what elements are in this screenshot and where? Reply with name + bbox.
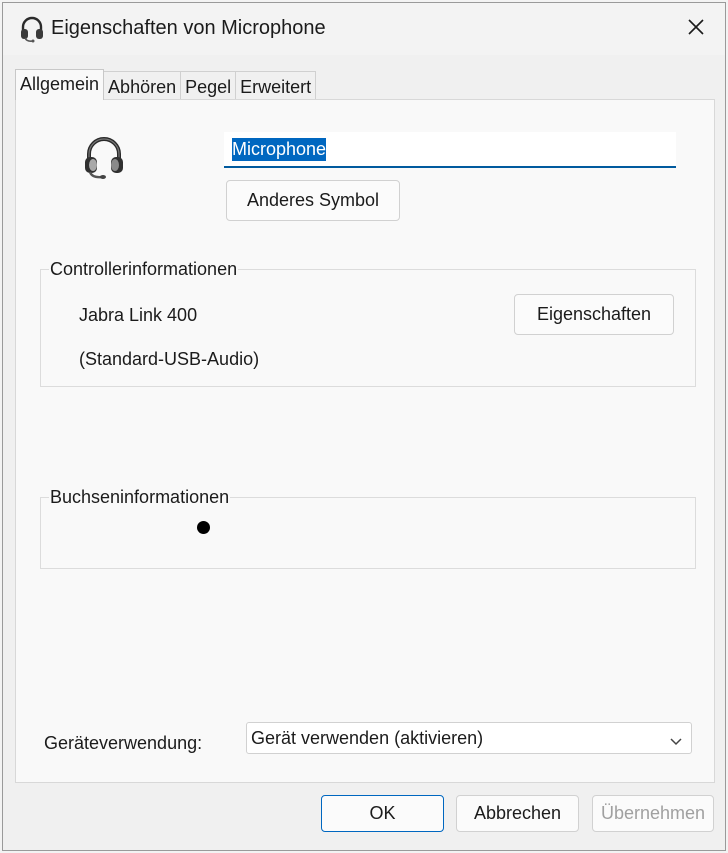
controller-name: Jabra Link 400 bbox=[79, 305, 198, 325]
device-name-text: Microphone bbox=[232, 137, 327, 161]
tab-pegel[interactable]: Pegel bbox=[181, 71, 237, 100]
jack-info-label: Buchseninformationen bbox=[49, 487, 231, 508]
properties-dialog: Eigenschaften von Microphone Allgemein A… bbox=[2, 2, 726, 851]
tab-abhoeren[interactable]: Abhören bbox=[104, 71, 182, 100]
change-icon-button[interactable]: Anderes Symbol bbox=[226, 180, 400, 221]
tab-allgemein[interactable]: Allgemein bbox=[15, 69, 105, 100]
tab-panel-allgemein: Microphone Anderes Symbol Controllerinfo… bbox=[15, 99, 715, 783]
window-title: Eigenschaften von Microphone bbox=[51, 17, 326, 39]
jack-color-dot bbox=[197, 521, 210, 534]
device-name-input[interactable]: Microphone bbox=[224, 132, 676, 168]
headset-icon bbox=[19, 15, 45, 43]
ok-button[interactable]: OK bbox=[321, 795, 444, 832]
tab-strip: Allgemein Abhören Pegel Erweitert bbox=[15, 69, 317, 100]
headset-icon bbox=[82, 134, 126, 180]
controller-info-label: Controllerinformationen bbox=[49, 259, 239, 280]
title-bar[interactable]: Eigenschaften von Microphone bbox=[3, 3, 725, 55]
cancel-button[interactable]: Abbrechen bbox=[456, 795, 579, 832]
device-usage-label: Geräteverwendung: bbox=[44, 733, 203, 753]
controller-properties-button[interactable]: Eigenschaften bbox=[514, 294, 674, 335]
tab-erweitert[interactable]: Erweitert bbox=[236, 71, 317, 100]
chevron-down-icon bbox=[669, 732, 683, 746]
device-usage-value: Gerät verwenden (aktivieren) bbox=[251, 727, 484, 748]
close-button[interactable] bbox=[667, 3, 725, 55]
device-usage-select[interactable]: Gerät verwenden (aktivieren) bbox=[246, 722, 692, 754]
controller-driver: (Standard-USB-Audio) bbox=[79, 349, 260, 369]
close-icon bbox=[688, 18, 704, 40]
apply-button: Übernehmen bbox=[592, 795, 714, 832]
jack-info-group: Buchseninformationen bbox=[40, 487, 696, 569]
controller-info-group: Controllerinformationen Jabra Link 400 (… bbox=[40, 259, 696, 387]
